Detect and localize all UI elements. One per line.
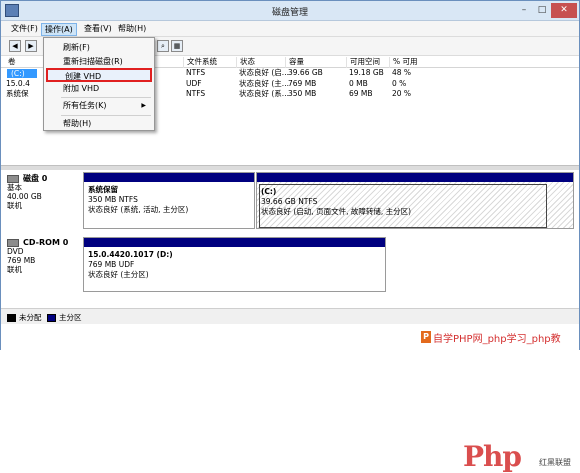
column-percent-free[interactable]: % 可用: [389, 57, 419, 68]
bottom-strip: P 自学PHP网_php学习_php教: [1, 324, 579, 351]
partition-detail: 39.66 GB NTFS: [261, 197, 318, 206]
menu-separator: [61, 115, 151, 116]
title-bar: 磁盘管理 – □ ✕: [1, 1, 579, 21]
legend-unallocated: 未分配: [7, 313, 42, 322]
capacity-cell: 39.66 GB: [288, 68, 323, 77]
unallocated-swatch: [7, 314, 16, 322]
status-cell: 状态良好 (主...: [239, 79, 289, 88]
watermark-cn-text: 红黑联盟: [539, 458, 571, 467]
close-button[interactable]: ✕: [551, 3, 577, 18]
menu-action[interactable]: 操作(A): [41, 23, 77, 36]
disk-name: CD-ROM 0: [23, 238, 69, 247]
percent-free-cell: 48 %: [392, 68, 412, 77]
menu-item-rescan-disks[interactable]: 重新扫描磁盘(R): [46, 55, 152, 69]
partition-bar: [84, 238, 385, 247]
capacity-cell: 350 MB: [288, 89, 317, 98]
disk-size: 769 MB: [7, 256, 36, 265]
percent-free-cell: 0 %: [392, 79, 407, 88]
watermark-p-icon: P: [421, 331, 431, 343]
menu-file[interactable]: 文件(F): [8, 23, 41, 36]
partition-title: 系统保留: [88, 185, 118, 194]
disk-type: 基本: [7, 183, 22, 192]
disk-management-window: 磁盘管理 – □ ✕ 文件(F) 操作(A) 查看(V) 帮助(H) ◀ ▶ ⌕…: [0, 0, 580, 473]
capacity-cell: 769 MB: [288, 79, 317, 88]
column-free-space[interactable]: 可用空间: [346, 57, 388, 68]
partition-bar: [257, 173, 573, 182]
disk-state: 联机: [7, 201, 22, 210]
watermark-logo: Php: [463, 440, 522, 473]
free-space-cell: 19.18 GB: [349, 68, 384, 77]
menu-item-refresh[interactable]: 刷新(F): [46, 41, 152, 55]
volume-cell: 系统保: [6, 89, 29, 98]
menu-item-attach-vhd[interactable]: 附加 VHD: [46, 82, 152, 96]
hard-disk-icon: [7, 175, 19, 183]
filesystem-cell: NTFS: [186, 68, 206, 77]
maximize-button[interactable]: □: [533, 3, 551, 18]
disk-name: 磁盘 0: [23, 174, 48, 183]
search-icon[interactable]: ⌕: [157, 40, 169, 52]
partition-d-drive[interactable]: 15.0.4420.1017 (D:) 769 MB UDF 状态良好 (主分区…: [83, 237, 386, 292]
disk-graph-pane: 磁盘 0 基本 40.00 GB 联机 系统保留 350 MB NTFS 状态良…: [1, 170, 579, 473]
disk-size: 40.00 GB: [7, 192, 42, 201]
window-title: 磁盘管理: [271, 8, 308, 18]
column-capacity[interactable]: 容量: [285, 57, 345, 68]
partition-detail: 769 MB UDF: [88, 260, 135, 269]
partition-title: (C:): [261, 187, 277, 196]
submenu-arrow-icon: ▶: [141, 102, 146, 109]
menu-view[interactable]: 查看(V): [81, 23, 115, 36]
column-status[interactable]: 状态: [236, 57, 284, 68]
forward-icon[interactable]: ▶: [25, 40, 37, 52]
minimize-button[interactable]: –: [515, 3, 533, 18]
primary-swatch: [47, 314, 56, 322]
legend-primary: 主分区: [47, 313, 82, 322]
menu-separator: [61, 97, 151, 98]
disk-0-label[interactable]: 磁盘 0 基本 40.00 GB 联机: [7, 174, 79, 210]
disk-type: DVD: [7, 247, 24, 256]
disk-state: 联机: [7, 265, 22, 274]
partition-c-drive[interactable]: (C:) 39.66 GB NTFS 状态良好 (启动, 页面文件, 故障转储,…: [256, 172, 574, 229]
watermark-footer-text: 自学PHP网_php学习_php教: [433, 334, 561, 345]
menu-bar: 文件(F) 操作(A) 查看(V) 帮助(H): [1, 21, 579, 37]
cdrom-0-label[interactable]: CD-ROM 0 DVD 769 MB 联机: [7, 238, 79, 274]
partition-detail: 350 MB NTFS: [88, 195, 138, 204]
status-cell: 状态良好 (启...: [239, 68, 289, 77]
partition-system-reserved[interactable]: 系统保留 350 MB NTFS 状态良好 (系统, 活动, 主分区): [83, 172, 255, 229]
menu-help[interactable]: 帮助(H): [115, 23, 149, 36]
menu-item-all-tasks[interactable]: 所有任务(K) ▶: [46, 99, 152, 113]
volume-cell[interactable]: (C:): [7, 69, 37, 78]
menu-item-help[interactable]: 帮助(H): [46, 117, 152, 131]
free-space-cell: 69 MB: [349, 89, 373, 98]
legend-bar: 未分配 主分区: [1, 308, 579, 324]
action-dropdown-menu: 刷新(F) 重新扫描磁盘(R) 创建 VHD 附加 VHD 所有任务(K) ▶ 帮…: [43, 37, 155, 131]
partition-status: 状态良好 (主分区): [88, 270, 149, 279]
filesystem-cell: UDF: [186, 79, 202, 88]
partition-bar: [84, 173, 254, 182]
column-filesystem[interactable]: 文件系统: [183, 57, 235, 68]
menu-item-create-vhd[interactable]: 创建 VHD: [46, 68, 152, 82]
percent-free-cell: 20 %: [392, 89, 412, 98]
partition-status: 状态良好 (系统, 活动, 主分区): [88, 205, 189, 214]
partition-title: 15.0.4420.1017 (D:): [88, 250, 173, 259]
cd-rom-icon: [7, 239, 19, 247]
back-icon[interactable]: ◀: [9, 40, 21, 52]
volume-cell: 15.0.4: [6, 79, 30, 88]
filesystem-cell: NTFS: [186, 89, 206, 98]
free-space-cell: 0 MB: [349, 79, 368, 88]
properties-icon[interactable]: ▦: [171, 40, 183, 52]
status-cell: 状态良好 (系...: [239, 89, 289, 98]
partition-status: 状态良好 (启动, 页面文件, 故障转储, 主分区): [261, 207, 412, 216]
